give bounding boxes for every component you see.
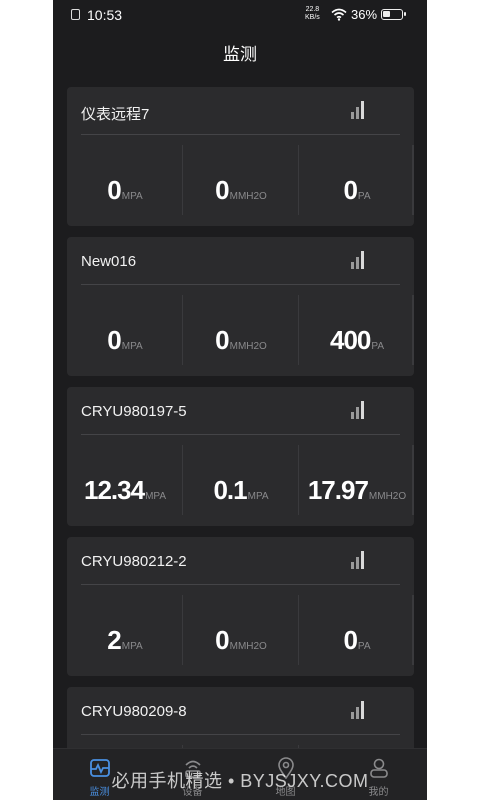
page-title: 监测 (223, 45, 257, 64)
device-wifi-icon (184, 760, 201, 778)
card-divider (81, 584, 400, 585)
reading-unit: MMH2O (229, 341, 267, 352)
reading-unit: MMH2O (229, 641, 267, 652)
signal-icon (351, 701, 367, 719)
reading-value: 2 (107, 625, 122, 655)
tab-map[interactable]: 地图 (239, 749, 332, 800)
monitor-wave-icon (89, 759, 110, 777)
network-speed-value: 22.8 (305, 6, 320, 13)
tab-monitor[interactable]: 监测 (53, 749, 146, 800)
device-name: CRYU980197-5 (81, 403, 187, 420)
reading-value: 0 (343, 625, 358, 655)
battery-percent: 36% (351, 7, 378, 22)
signal-icon (351, 551, 367, 569)
reading-cell: 0MMH2O (183, 597, 299, 665)
reading-value: 0.1 (213, 475, 247, 505)
profile-icon (369, 758, 388, 778)
reading-value: 0 (107, 175, 122, 205)
reading-value: 400 (330, 325, 371, 355)
device-name: CRYU980212-2 (81, 553, 187, 570)
reading-unit: MPA (121, 191, 143, 202)
tab-profile[interactable]: 我的 (332, 749, 425, 800)
status-bar: 10:53 22.8 KB/s 36% (53, 0, 427, 30)
reading-unit: MMH2O (368, 491, 407, 502)
reading-unit: MPA (121, 341, 143, 352)
reading-cell: 0PA (299, 147, 415, 215)
reading-value: 0 (343, 175, 358, 205)
signal-icon (351, 101, 367, 119)
battery-icon (381, 9, 406, 20)
app-screen: 10:53 22.8 KB/s 36% 监测 仪表远程7 0MPA 0MMH2O… (53, 0, 427, 800)
sim-icon (71, 9, 80, 20)
card-divider (81, 134, 400, 135)
device-card[interactable]: CRYU980212-2 2MPA 0MMH2O 0PA (67, 537, 414, 676)
device-name: 仪表远程7 (81, 106, 150, 123)
bottom-tab-bar: 监测 设备 地图 我的 (53, 748, 427, 800)
tab-label: 地图 (275, 787, 296, 798)
reading-cell: 0MMH2O (183, 297, 299, 365)
reading-cell: 0MMH2O (183, 147, 299, 215)
network-speed: 22.8 KB/s (305, 6, 320, 22)
reading-value: 17.97 (307, 475, 369, 505)
reading-unit: PA (357, 641, 371, 652)
map-pin-icon (277, 757, 294, 779)
reading-value: 12.34 (83, 475, 145, 505)
device-card[interactable]: CRYU980197-5 12.34MPA 0.1MPA 17.97MMH2O (67, 387, 414, 526)
card-divider (81, 284, 400, 285)
device-name: New016 (81, 253, 137, 270)
reading-value: 0 (107, 325, 122, 355)
reading-unit: MPA (145, 491, 166, 502)
signal-icon (351, 251, 367, 269)
signal-icon (351, 401, 367, 419)
tab-devices[interactable]: 设备 (146, 749, 239, 800)
reading-value: 0 (215, 625, 230, 655)
reading-cell: 0MPA (67, 297, 183, 365)
wifi-icon (331, 8, 347, 21)
reading-cell: 17.97MMH2O (299, 447, 415, 515)
reading-value: 0 (215, 325, 230, 355)
tab-label: 监测 (89, 787, 110, 798)
device-name: CRYU980209-8 (81, 703, 187, 720)
reading-cell: 0MPA (67, 147, 183, 215)
reading-unit: PA (371, 341, 384, 352)
reading-cell: 400PA (299, 297, 415, 365)
card-divider (81, 434, 400, 435)
reading-cell: 0PA (299, 597, 415, 665)
tab-label: 设备 (182, 787, 203, 798)
reading-cell: 2MPA (67, 597, 183, 665)
card-divider (81, 734, 400, 735)
device-card[interactable]: 仪表远程7 0MPA 0MMH2O 0PA (67, 87, 414, 226)
reading-value: 0 (215, 175, 230, 205)
reading-unit: PA (357, 191, 371, 202)
reading-unit: MPA (247, 491, 269, 502)
tab-label: 我的 (368, 787, 389, 798)
reading-unit: MPA (121, 641, 143, 652)
reading-unit: MMH2O (229, 191, 267, 202)
status-time: 10:53 (87, 7, 123, 23)
reading-cell: 12.34MPA (67, 447, 183, 515)
reading-cell: 0.1MPA (183, 447, 299, 515)
device-card[interactable]: New016 0MPA 0MMH2O 400PA (67, 237, 414, 376)
network-speed-unit: KB/s (305, 14, 320, 21)
